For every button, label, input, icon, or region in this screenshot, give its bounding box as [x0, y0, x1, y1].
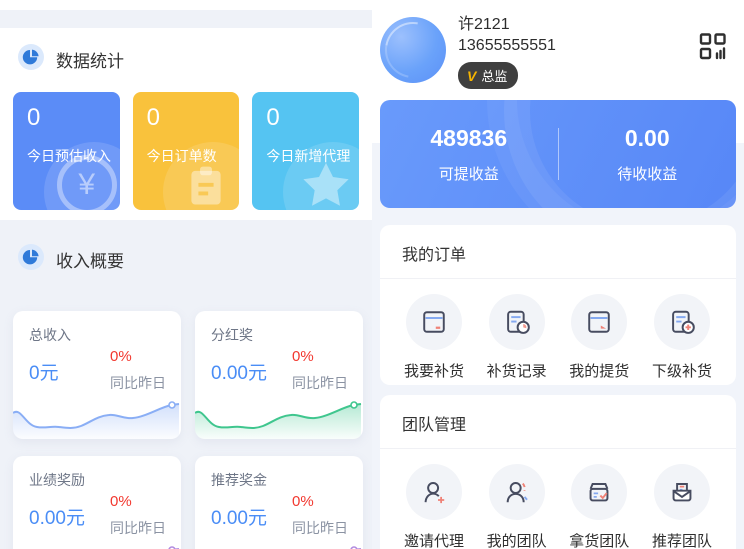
income-card-performance: 业绩奖励 0.00元 0% 同比昨日	[13, 456, 181, 549]
income-card-title: 总收入	[29, 327, 71, 343]
right-column: 许2121 13655555551 V 总监 489836 可提收益 0.00 …	[372, 0, 744, 549]
stat-card-order-count: 0 今日订单数	[132, 92, 240, 210]
income-card-title: 业绩奖励	[29, 472, 85, 488]
sparkline-green	[195, 401, 362, 439]
level-badge-label: 总监	[481, 69, 508, 84]
menu-item-restock[interactable]: 我要补货	[402, 294, 466, 381]
avatar[interactable]	[380, 17, 446, 83]
income-card-compare: 同比昨日	[292, 375, 348, 391]
income-card-percent: 0%	[292, 493, 314, 510]
team-card: 团队管理 邀请代理 我的团队 拿货团队 推荐团队	[380, 395, 736, 549]
income-card-referral: 推荐奖金 0.00元 0% 同比昨日	[195, 456, 363, 549]
pie-chart-icon	[18, 244, 44, 275]
menu-item-label: 我的提货	[569, 363, 630, 380]
sub-restock-icon	[653, 294, 710, 350]
menu-item-restock-history[interactable]: 补货记录	[485, 294, 549, 381]
income-card-title: 推荐奖金	[211, 472, 267, 488]
menu-item-label: 推荐团队	[651, 533, 712, 549]
withdrawable-label: 可提收益	[438, 165, 499, 183]
pending-value: 0.00	[624, 124, 670, 151]
income-area: 收入概要 总收入 0元 0% 同比昨日 分红奖 0.00元 0% 同比昨日 业绩…	[0, 220, 372, 549]
pickup-doc-icon	[571, 294, 628, 350]
goods-team-icon	[571, 464, 628, 520]
menu-item-goods-team[interactable]: 拿货团队	[567, 464, 631, 549]
income-header: 收入概要	[0, 220, 372, 275]
orders-items: 我要补货 补货记录 我的提货 下级补货	[380, 279, 736, 381]
menu-item-invite-agent[interactable]: 邀请代理	[402, 464, 466, 549]
income-card-compare: 同比昨日	[292, 520, 348, 536]
restock-history-icon	[488, 294, 545, 350]
stat-value: 0	[266, 104, 280, 131]
invite-agent-icon	[406, 464, 462, 520]
income-card-compare: 同比昨日	[110, 520, 166, 536]
level-badge: V 总监	[458, 62, 519, 89]
withdrawable-earnings[interactable]: 489836 可提收益	[380, 125, 558, 184]
menu-item-label: 邀请代理	[403, 533, 464, 549]
my-team-icon	[488, 464, 545, 520]
v-level-icon: V	[467, 67, 477, 84]
left-column: 数据统计 0 今日预估收入 ¥ 0 今日订单数 0 今日新增代理 收入概要 总收…	[0, 0, 372, 549]
stat-card-estimated-income: 0 今日预估收入 ¥	[13, 92, 120, 210]
menu-item-sub-restock[interactable]: 下级补货	[650, 294, 714, 381]
earnings-card: 489836 可提收益 0.00 待收收益	[380, 100, 736, 208]
income-card-percent: 0%	[292, 348, 314, 365]
income-card-percent: 0%	[110, 493, 132, 510]
stat-value: 0	[27, 104, 41, 131]
menu-item-my-team[interactable]: 我的团队	[485, 464, 549, 549]
user-name: 许2121	[458, 16, 510, 33]
menu-item-label: 我要补货	[403, 363, 464, 380]
income-card-title: 分红奖	[211, 327, 253, 343]
stats-title: 数据统计	[56, 52, 124, 71]
stat-cards-row: 0 今日预估收入 ¥ 0 今日订单数 0 今日新增代理	[0, 75, 372, 210]
menu-item-label: 拿货团队	[569, 533, 630, 549]
pie-chart-icon	[18, 44, 44, 75]
sparkline-blue	[13, 401, 180, 439]
sparkline-purple	[168, 546, 179, 549]
menu-item-label: 下级补货	[651, 363, 712, 380]
income-grid: 总收入 0元 0% 同比昨日 分红奖 0.00元 0% 同比昨日 业绩奖励 0.…	[0, 275, 372, 549]
income-card-total: 总收入 0元 0% 同比昨日	[13, 311, 181, 439]
team-items: 邀请代理 我的团队 拿货团队 推荐团队	[380, 449, 736, 549]
orders-title: 我的订单	[380, 225, 736, 279]
income-card-dividend: 分红奖 0.00元 0% 同比昨日	[195, 311, 363, 439]
pending-label: 待收收益	[617, 165, 678, 183]
stat-card-new-agents: 0 今日新增代理	[252, 92, 360, 210]
dashboard-page: 数据统计 0 今日预估收入 ¥ 0 今日订单数 0 今日新增代理 收入概要 总收…	[0, 0, 744, 549]
referral-team-icon	[653, 464, 710, 520]
menu-item-referral-team[interactable]: 推荐团队	[650, 464, 714, 549]
menu-item-label: 补货记录	[486, 363, 547, 380]
pending-earnings[interactable]: 0.00 待收收益	[559, 125, 737, 184]
orders-card: 我的订单 我要补货 补货记录 我的提货 下级补货	[380, 225, 736, 385]
stats-panel: 数据统计 0 今日预估收入 ¥ 0 今日订单数 0 今日新增代理	[0, 28, 372, 220]
user-phone: 13655555551	[458, 37, 556, 54]
income-card-percent: 0%	[110, 348, 132, 365]
stat-value: 0	[146, 104, 161, 131]
team-title: 团队管理	[380, 395, 736, 449]
menu-item-label: 我的团队	[486, 533, 547, 549]
menu-item-pickup[interactable]: 我的提货	[567, 294, 631, 381]
apps-grid-icon[interactable]	[699, 32, 727, 60]
withdrawable-value: 489836	[430, 124, 508, 151]
restock-doc-icon	[406, 294, 462, 350]
income-title: 收入概要	[56, 252, 124, 271]
income-card-compare: 同比昨日	[110, 375, 166, 391]
sparkline-purple	[350, 546, 361, 549]
top-gray-strip	[0, 10, 372, 28]
stats-header: 数据统计	[0, 28, 372, 75]
